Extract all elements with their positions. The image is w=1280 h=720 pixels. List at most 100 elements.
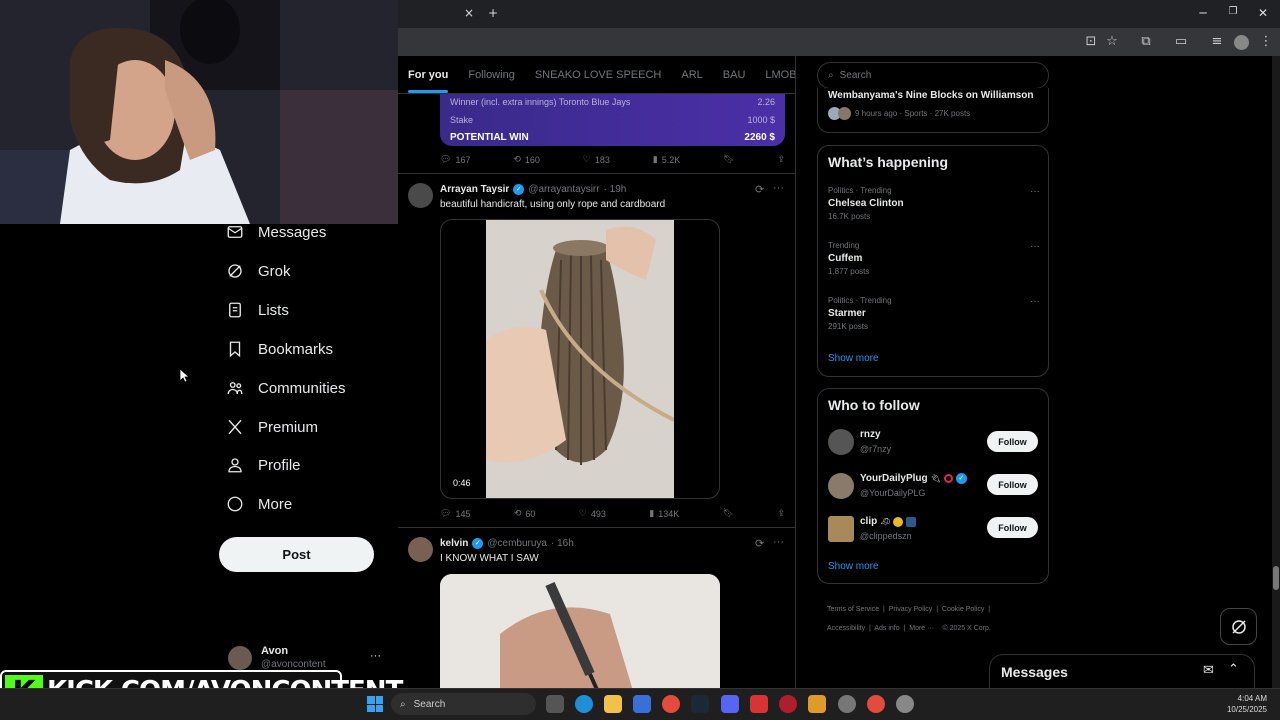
tab-following[interactable]: Following (458, 69, 524, 81)
follow-name[interactable]: rnzy (860, 429, 881, 440)
avatar[interactable] (228, 646, 252, 670)
nav-premium[interactable]: Premium (226, 411, 318, 443)
tweet-author[interactable]: kelvin (440, 538, 468, 549)
show-more-link[interactable]: Show more (828, 561, 879, 572)
restore-button[interactable]: ❐ (1223, 6, 1243, 17)
nav-more[interactable]: More (226, 488, 292, 520)
more-icon[interactable]: ··· (1030, 186, 1040, 197)
messages-drawer[interactable]: Messages ✉ ⌃ (989, 654, 1255, 690)
expand-icon[interactable]: ⌃ (1228, 662, 1239, 677)
follow-button[interactable]: Follow (987, 474, 1038, 495)
chrome-icon[interactable] (867, 695, 885, 713)
nav-profile[interactable]: Profile (226, 449, 301, 481)
nav-bookmarks[interactable]: Bookmarks (226, 333, 333, 365)
avatar[interactable] (408, 183, 433, 208)
bookmark-icon[interactable]: 🔖︎ (723, 154, 734, 165)
grok-fab[interactable] (1220, 608, 1257, 645)
more-icon[interactable]: ··· (1030, 296, 1040, 307)
views-button[interactable]: ▮ 5.2K (653, 154, 680, 165)
scrollbar-thumb[interactable] (1273, 566, 1279, 590)
follow-name[interactable]: YourDailyPlug (860, 473, 928, 484)
tweet-time[interactable]: · 16h (551, 538, 574, 549)
ads-link[interactable]: Ads info (874, 625, 899, 632)
tab-lmob[interactable]: LMOB (755, 69, 795, 81)
tweet-handle[interactable]: @cemburuya (487, 538, 547, 549)
privacy-link[interactable]: Privacy Policy (889, 606, 933, 613)
taskbar-search[interactable]: ⌕ Search (391, 693, 536, 715)
repost-button[interactable]: ⟲ 60 (514, 508, 536, 519)
nav-grok[interactable]: Grok (226, 255, 291, 287)
trend-item[interactable]: Politics · Trending Starmer 291K posts ·… (828, 296, 1040, 336)
new-message-icon[interactable]: ✉ (1203, 663, 1214, 678)
chrome-icon[interactable] (662, 695, 680, 713)
edge-icon[interactable] (575, 695, 593, 713)
app-icon[interactable] (838, 695, 856, 713)
video-player[interactable] (440, 574, 720, 688)
steam-icon[interactable] (691, 695, 709, 713)
accessibility-link[interactable]: Accessibility (827, 625, 865, 632)
bookmark-icon[interactable]: 🔖︎ (723, 508, 734, 519)
avatar[interactable] (408, 537, 433, 562)
star-icon[interactable]: ☆ (1104, 34, 1120, 50)
post-button[interactable]: Post (219, 537, 374, 572)
start-icon[interactable] (367, 696, 383, 712)
views-button[interactable]: ▮ 134K (649, 508, 679, 519)
news-card[interactable]: Wembanyama's Nine Blocks on Williamson 9… (817, 88, 1049, 133)
opera-icon[interactable] (779, 695, 797, 713)
reply-button[interactable]: 💬︎ 145 (440, 508, 470, 519)
more-icon[interactable]: ··· (1030, 241, 1040, 252)
more-icon[interactable]: ··· (773, 536, 784, 548)
terms-link[interactable]: Terms of Service (827, 606, 879, 613)
grok-icon[interactable]: ⟳ (755, 183, 764, 196)
extensions-icon[interactable]: ⧉ (1138, 34, 1154, 50)
reply-button[interactable]: 💬︎ 167 (440, 154, 470, 165)
settings-icon[interactable] (896, 695, 914, 713)
cookie-link[interactable]: Cookie Policy (942, 606, 984, 613)
like-button[interactable]: ♡ 493 (579, 508, 606, 519)
close-window-button[interactable]: ✕ (1253, 6, 1273, 20)
search-input[interactable]: ⌕ Search (817, 62, 1049, 89)
follow-button[interactable]: Follow (987, 431, 1038, 452)
sidepanel-icon[interactable]: ▭ (1173, 34, 1189, 50)
nav-communities[interactable]: Communities (226, 372, 346, 404)
task-view-icon[interactable] (546, 695, 564, 713)
video-player[interactable]: 0:46 (440, 219, 720, 499)
tweet-handle[interactable]: @arrayantaysirr (528, 184, 599, 195)
more-icon[interactable]: ··· (773, 182, 784, 194)
install-app-icon[interactable]: ⊡ (1083, 34, 1099, 50)
store-icon[interactable] (633, 695, 651, 713)
share-icon[interactable]: ⇪ (777, 154, 785, 165)
tab-for-you[interactable]: For you (398, 69, 458, 93)
show-more-link[interactable]: Show more (828, 353, 879, 364)
tab-arl[interactable]: ARL (671, 69, 712, 81)
share-icon[interactable]: ⇪ (777, 508, 785, 519)
like-button[interactable]: ♡ 183 (583, 154, 610, 165)
grok-icon[interactable]: ⟳ (755, 537, 764, 550)
trend-item[interactable]: Trending Cuffem 1,877 posts ··· (828, 241, 1040, 281)
discord-icon[interactable] (721, 695, 739, 713)
app-icon[interactable] (808, 695, 826, 713)
close-tab-icon[interactable]: × (459, 6, 479, 20)
nav-lists[interactable]: Lists (226, 294, 289, 326)
minimize-button[interactable]: ─ (1193, 6, 1213, 20)
nav-messages[interactable]: Messages (226, 216, 326, 248)
follow-name[interactable]: clip (860, 516, 877, 527)
avatar[interactable] (828, 473, 854, 499)
account-menu-icon[interactable]: ··· (370, 650, 381, 662)
avatar[interactable] (828, 516, 854, 542)
trend-item[interactable]: Politics · Trending Chelsea Clinton 16.7… (828, 186, 1040, 226)
file-explorer-icon[interactable] (604, 695, 622, 713)
new-tab-icon[interactable]: + (483, 6, 503, 20)
scrollbar[interactable] (1272, 56, 1280, 688)
avatar[interactable] (828, 429, 854, 455)
tab-bau[interactable]: BAU (713, 69, 756, 81)
more-link[interactable]: More ··· (909, 625, 934, 632)
menu-dots-icon[interactable]: ⋮ (1258, 34, 1274, 50)
media-icon[interactable]: ≡ (1209, 34, 1225, 50)
profile-avatar-icon[interactable] (1234, 35, 1249, 50)
tweet-author[interactable]: Arrayan Taysir (440, 184, 509, 195)
repost-button[interactable]: ⟲ 160 (513, 154, 540, 165)
follow-button[interactable]: Follow (987, 517, 1038, 538)
tab-sneako[interactable]: SNEAKO LOVE SPEECH (525, 69, 672, 81)
tweet-time[interactable]: · 19h (604, 184, 627, 195)
